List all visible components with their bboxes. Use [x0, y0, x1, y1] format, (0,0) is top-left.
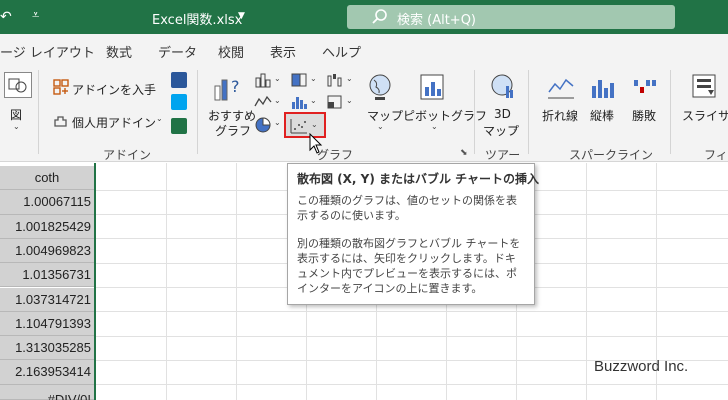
sparkline-column-icon[interactable]: [590, 74, 616, 100]
tab-formulas[interactable]: 数式: [106, 42, 132, 61]
undo-icon[interactable]: ↶: [0, 9, 12, 25]
search-box[interactable]: 検索 (Alt+Q): [347, 5, 675, 29]
sparkline-winloss-icon[interactable]: [632, 74, 658, 100]
tab-review[interactable]: 校閲: [218, 42, 244, 61]
scatter-chart-icon[interactable]: [290, 118, 308, 134]
recommended-charts-icon[interactable]: ?: [212, 72, 242, 104]
chevron-down-icon[interactable]: ⌄: [310, 74, 317, 83]
bing-maps-icon[interactable]: [171, 94, 187, 110]
3d-map-label-1[interactable]: 3D: [494, 107, 511, 121]
chevron-down-icon[interactable]: ▼: [238, 11, 245, 21]
maps-icon[interactable]: [366, 72, 394, 102]
chevron-down-icon[interactable]: ⌄: [274, 74, 281, 83]
table-cell[interactable]: 1.037314721: [0, 287, 94, 312]
table-cell[interactable]: 1.104791393: [0, 311, 94, 337]
3d-map-icon[interactable]: [488, 72, 518, 104]
chevron-down-icon[interactable]: ⌄: [274, 96, 281, 105]
chevron-down-icon[interactable]: ⌄: [431, 122, 438, 131]
table-cell[interactable]: #DIV/0!: [0, 384, 94, 400]
watermark: Buzzword Inc.: [594, 358, 689, 375]
table-cell[interactable]: 1.01356731: [0, 263, 94, 288]
get-addins-button[interactable]: アドインを入手: [72, 81, 156, 98]
maps-label[interactable]: マップ: [367, 107, 403, 124]
illustrations-label[interactable]: 図: [10, 106, 22, 123]
visio-icon[interactable]: [171, 72, 187, 88]
customize-qat-icon[interactable]: ⩡: [32, 8, 39, 23]
sparkline-column-label[interactable]: 縦棒: [590, 107, 614, 124]
combo-chart-icon[interactable]: [326, 94, 344, 110]
shapes-icon[interactable]: [4, 72, 32, 98]
tab-page-layout[interactable]: ージ レイアウト: [0, 42, 95, 61]
chevron-down-icon[interactable]: ⌄: [346, 96, 353, 105]
table-cell[interactable]: 1.313035285: [0, 336, 94, 361]
recommended-charts-label-2[interactable]: グラフ: [215, 122, 251, 139]
tours-group-label: ツアー: [485, 148, 521, 162]
mouse-pointer-icon: [309, 133, 323, 154]
my-addins-button[interactable]: 個人用アドイン: [72, 114, 156, 131]
store-icon: [53, 79, 69, 95]
chevron-down-icon[interactable]: ⌄: [13, 122, 20, 131]
sparkline-line-icon[interactable]: [547, 74, 575, 100]
chevron-down-icon[interactable]: ⌄: [156, 114, 163, 123]
tab-help[interactable]: ヘルプ: [322, 42, 361, 61]
selected-column[interactable]: coth 1.00067115 1.001825429 1.004969823 …: [0, 163, 96, 400]
addins-group-label: アドイン: [103, 148, 152, 162]
ribbon: 図 ⌄ アドインを入手 個人用アドイン ⌄ アドイン ? おすすめ グラフ ⌄ …: [0, 64, 728, 162]
filters-group-label: フィル: [704, 148, 728, 162]
svg-text:?: ?: [231, 77, 240, 96]
chevron-down-icon[interactable]: ⌄: [512, 124, 519, 133]
tab-view[interactable]: 表示: [270, 42, 296, 61]
tooltip-description: この種類のグラフは、値のセットの関係を表示するのに使います。: [297, 194, 517, 222]
table-cell[interactable]: 1.001825429: [0, 214, 94, 239]
chevron-down-icon[interactable]: ⌄: [274, 118, 281, 127]
waterfall-chart-icon[interactable]: [326, 72, 344, 88]
slicer-icon[interactable]: [690, 72, 720, 102]
tooltip-title: 散布図 (X, Y) またはバブル チャートの挿入: [297, 172, 540, 186]
slicer-label[interactable]: スライサー: [682, 107, 728, 124]
pivot-chart-icon[interactable]: [418, 72, 446, 102]
table-cell[interactable]: 1.004969823: [0, 238, 94, 264]
scatter-chart-tooltip: 散布図 (X, Y) またはバブル チャートの挿入 この種類のグラフは、値のセッ…: [287, 163, 540, 305]
dialog-launcher-icon[interactable]: ⬊: [460, 148, 468, 158]
column-chart-icon[interactable]: [254, 72, 272, 88]
table-header-cell[interactable]: coth: [0, 166, 94, 191]
hierarchy-chart-icon[interactable]: [290, 72, 308, 88]
chevron-down-icon[interactable]: ⌄: [377, 122, 384, 131]
pie-chart-icon[interactable]: [254, 116, 272, 134]
my-addins-icon: [54, 116, 67, 127]
statistic-chart-icon[interactable]: [290, 94, 308, 110]
workbook-title[interactable]: Excel関数.xlsx: [152, 9, 242, 28]
people-graph-icon[interactable]: [171, 118, 187, 134]
ribbon-tabs: ージ レイアウト 数式 データ 校閲 表示 ヘルプ: [0, 34, 728, 64]
chevron-down-icon[interactable]: ⌄: [310, 96, 317, 105]
tooltip-hint: 別の種類の散布図グラフとバブル チャートを表示するには、矢印をクリックします。ド…: [297, 237, 521, 295]
tab-data[interactable]: データ: [158, 42, 197, 61]
search-icon: [372, 9, 387, 24]
chevron-down-icon[interactable]: ⌄: [346, 74, 353, 83]
table-cell[interactable]: 1.00067115: [0, 190, 94, 215]
sparklines-group-label: スパークライン: [569, 148, 654, 162]
line-chart-icon[interactable]: [254, 94, 272, 110]
sparkline-winloss-label[interactable]: 勝敗: [632, 107, 656, 124]
title-bar: ↶ ⩡ Excel関数.xlsx ▼ 検索 (Alt+Q): [0, 0, 728, 34]
chevron-down-icon[interactable]: ⌄: [311, 120, 318, 129]
search-placeholder: 検索 (Alt+Q): [397, 13, 477, 28]
sparkline-line-label[interactable]: 折れ線: [542, 107, 578, 124]
table-cell[interactable]: 2.163953414: [0, 360, 94, 385]
